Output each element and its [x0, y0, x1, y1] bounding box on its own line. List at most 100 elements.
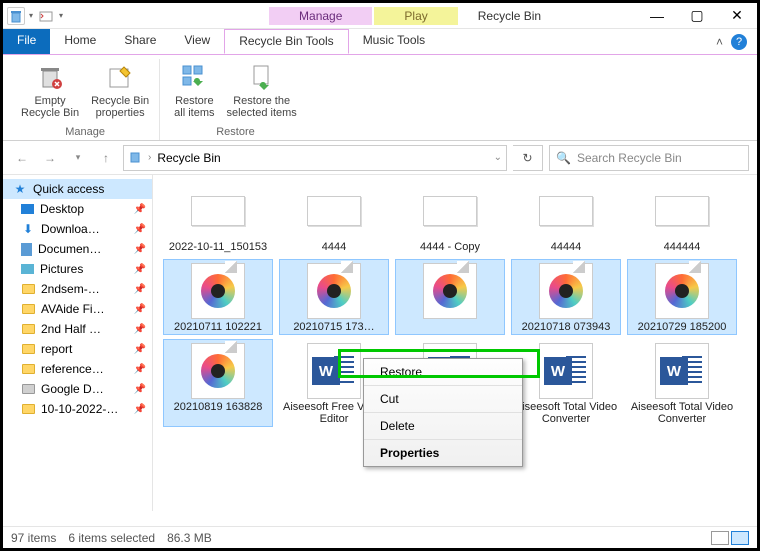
file-item[interactable]: 20210715 173…: [279, 259, 389, 335]
restore-all-button[interactable]: Restore all items: [170, 59, 218, 121]
ribbon-tabs: File Home Share View Recycle Bin Tools M…: [3, 29, 757, 55]
pin-icon: 📌: [134, 264, 146, 275]
forward-button[interactable]: →: [39, 147, 61, 169]
sidebar-item-desktop[interactable]: Desktop 📌: [3, 199, 152, 219]
recycle-bin-properties-button[interactable]: Recycle Bin properties: [87, 59, 153, 121]
tab-recycle-bin-tools[interactable]: Recycle Bin Tools: [224, 29, 349, 54]
tab-view[interactable]: View: [170, 29, 224, 54]
file-item[interactable]: 44444: [511, 179, 621, 255]
file-name: 4444: [322, 241, 346, 253]
sidebar-item[interactable]: reference… 📌: [3, 359, 152, 379]
address-caret-icon[interactable]: ⌄: [494, 152, 502, 163]
file-name: 444444: [664, 241, 701, 253]
breadcrumb-item[interactable]: Recycle Bin: [157, 151, 220, 165]
file-item[interactable]: 4444: [279, 179, 389, 255]
file-item[interactable]: 20210718 073943: [511, 259, 621, 335]
file-item[interactable]: 20210711 102221: [163, 259, 273, 335]
pin-icon: 📌: [134, 244, 146, 255]
collapse-ribbon-icon[interactable]: ˄: [716, 35, 723, 49]
back-button[interactable]: ←: [11, 147, 33, 169]
file-name: Aiseesoft Total Video Converter: [513, 401, 619, 425]
sidebar-item[interactable]: 10-10-2022-…📌: [3, 399, 152, 419]
file-item[interactable]: 20210819 163828: [163, 339, 273, 427]
folder-icon: [21, 342, 35, 356]
folder-icon: [21, 402, 35, 416]
pin-icon: 📌: [134, 204, 146, 215]
sidebar-item-label: Documen…: [38, 242, 101, 256]
tab-music-tools[interactable]: Music Tools: [349, 29, 439, 54]
sidebar-item[interactable]: report📌: [3, 339, 152, 359]
window-title: Recycle Bin: [478, 9, 541, 23]
status-selected: 6 items selected: [68, 531, 155, 545]
sidebar-item-quick-access[interactable]: ★ Quick access: [3, 179, 152, 199]
search-icon: 🔍: [556, 151, 571, 165]
view-icons-button[interactable]: [731, 531, 749, 545]
pin-icon: 📌: [134, 224, 146, 235]
drive-icon: [21, 382, 35, 396]
ribbon-group-label: Manage: [65, 124, 105, 138]
ribbon-btn-label: Restore all items: [174, 95, 214, 119]
file-item[interactable]: 2022-10-11_150153: [163, 179, 273, 255]
qat-caret-icon[interactable]: ▾: [57, 11, 65, 20]
folder-icon: [21, 282, 35, 296]
up-button[interactable]: ↑: [95, 147, 117, 169]
status-size: 86.3 MB: [167, 531, 212, 545]
menu-item-delete[interactable]: Delete: [364, 413, 522, 440]
file-item[interactable]: WAiseesoft Total Video Converter: [511, 339, 621, 427]
file-item[interactable]: 4444 - Copy: [395, 179, 505, 255]
status-total: 97 items: [11, 531, 56, 545]
properties-icon: [104, 61, 136, 93]
quick-access-toolbar: ▾ ▾: [3, 7, 69, 25]
sidebar-item[interactable]: 2ndsem-…📌: [3, 279, 152, 299]
file-item[interactable]: [395, 259, 505, 335]
close-button[interactable]: ✕: [717, 3, 757, 29]
sidebar-item-documents[interactable]: Documen… 📌: [3, 239, 152, 259]
sidebar-item-label: reference…: [41, 362, 104, 376]
sidebar-item[interactable]: Google D…📌: [3, 379, 152, 399]
tab-share[interactable]: Share: [110, 29, 170, 54]
help-icon[interactable]: ?: [731, 34, 747, 50]
refresh-button[interactable]: ↻: [513, 145, 543, 171]
sidebar-item-label: 10-10-2022-…: [41, 402, 118, 416]
context-tab-manage[interactable]: Manage: [269, 7, 372, 25]
menu-item-cut[interactable]: Cut: [364, 386, 522, 413]
menu-item-properties[interactable]: Properties: [364, 440, 522, 466]
window-controls: — ▢ ✕: [637, 3, 757, 29]
menu-item-restore[interactable]: Restore: [364, 359, 522, 386]
file-item[interactable]: 444444: [627, 179, 737, 255]
context-tab-play[interactable]: Play: [374, 7, 457, 25]
file-item[interactable]: 20210729 185200: [627, 259, 737, 335]
sidebar-item-downloads[interactable]: ⬇Downloa…📌: [3, 219, 152, 239]
ribbon-btn-label: Recycle Bin properties: [91, 95, 149, 119]
pin-icon: 📌: [134, 384, 146, 395]
tab-file[interactable]: File: [3, 29, 50, 54]
sidebar-item-label: 2ndsem-…: [41, 282, 100, 296]
restore-selected-button[interactable]: Restore the selected items: [223, 59, 301, 121]
address-bar[interactable]: › Recycle Bin ⌄: [123, 145, 507, 171]
search-box[interactable]: 🔍 Search Recycle Bin: [549, 145, 749, 171]
file-name: 20210711 102221: [174, 321, 262, 333]
qat-caret-icon[interactable]: ▾: [27, 11, 35, 20]
ribbon: Empty Recycle Bin Recycle Bin properties…: [3, 55, 757, 141]
minimize-button[interactable]: —: [637, 3, 677, 29]
file-item[interactable]: WAiseesoft Total Video Converter: [627, 339, 737, 427]
pin-icon: 📌: [134, 364, 146, 375]
file-name: Aiseesoft Total Video Converter: [629, 401, 735, 425]
file-name: 44444: [551, 241, 582, 253]
recycle-bin-icon[interactable]: [7, 7, 25, 25]
sidebar-item[interactable]: AVAide Fi…📌: [3, 299, 152, 319]
sidebar-item[interactable]: 2nd Half …📌: [3, 319, 152, 339]
breadcrumb-sep-icon[interactable]: ›: [148, 152, 151, 163]
pictures-icon: [21, 264, 34, 274]
empty-recycle-bin-button[interactable]: Empty Recycle Bin: [17, 59, 83, 121]
view-details-button[interactable]: [711, 531, 729, 545]
sidebar-item-pictures[interactable]: Pictures📌: [3, 259, 152, 279]
sidebar-item-label: report: [41, 342, 72, 356]
ribbon-group-restore: Restore all items Restore the selected i…: [164, 59, 307, 140]
maximize-button[interactable]: ▢: [677, 3, 717, 29]
tab-home[interactable]: Home: [50, 29, 110, 54]
history-caret-icon[interactable]: ▾: [67, 147, 89, 169]
status-bar: 97 items 6 items selected 86.3 MB: [3, 526, 757, 548]
sidebar-item-label: Desktop: [40, 202, 84, 216]
properties-icon[interactable]: [37, 7, 55, 25]
